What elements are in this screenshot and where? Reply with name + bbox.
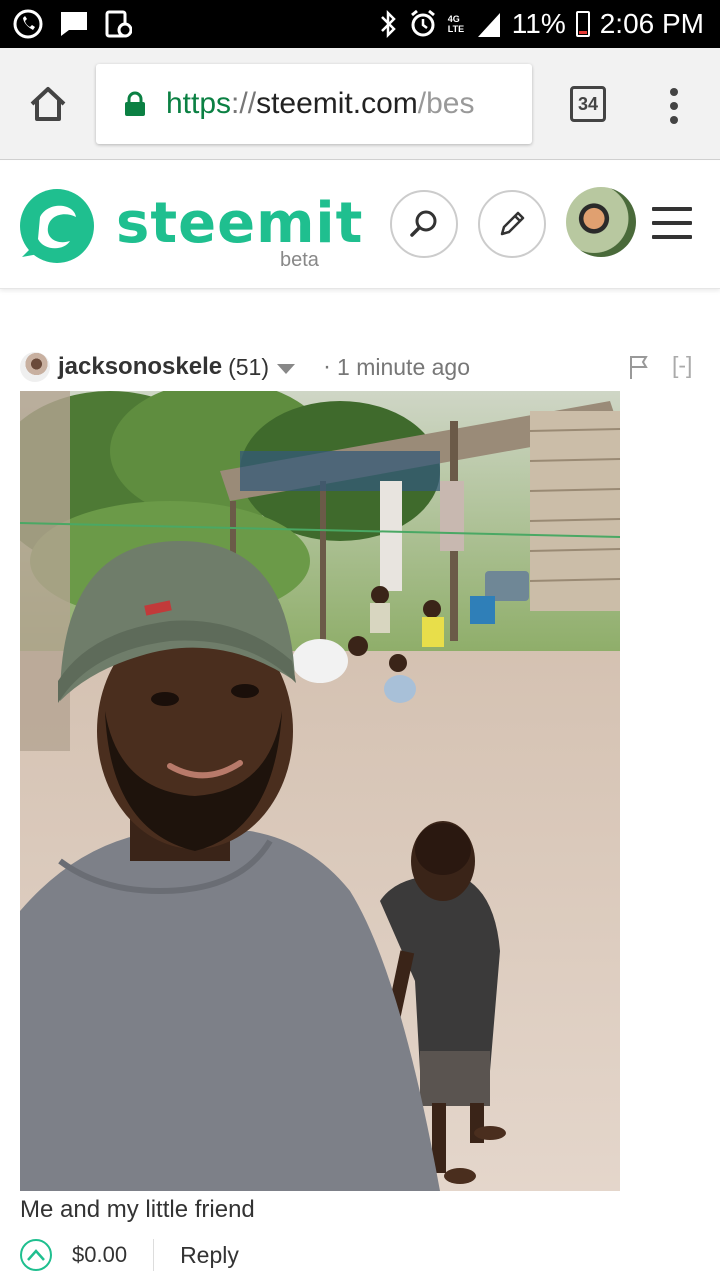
viber-icon [13,9,43,39]
message-icon [61,12,87,36]
alarm-icon [410,9,435,37]
hamburger-menu-icon[interactable] [652,207,692,239]
submit-post-button[interactable] [478,190,546,258]
pencil-icon [500,211,525,236]
clock: 2:06 PM [599,8,704,39]
search-icon [410,210,437,237]
steemit-logo-icon[interactable] [18,187,96,265]
url-host: steemit.com [256,87,418,120]
separator-dot: · [323,353,332,380]
signal-icon [477,13,500,37]
user-avatar[interactable] [566,187,636,257]
beta-label: beta [280,249,319,271]
flag-icon[interactable] [628,354,650,380]
collapse-toggle[interactable]: [-] [672,352,692,379]
upvote-button[interactable] [20,1239,52,1271]
comment-body: Me and my little friend [20,1196,255,1223]
divider [153,1239,155,1271]
overflow-menu-icon[interactable] [664,86,684,126]
url-bar[interactable]: https://steemit.com/bes [96,64,532,144]
steemit-wordmark[interactable]: steemit [116,191,363,256]
comment-footer: $0.00 Reply [20,1238,239,1272]
reply-link[interactable]: Reply [180,1242,239,1269]
comment-timestamp[interactable]: 1 minute ago [337,354,470,381]
bluetooth-icon [380,9,396,39]
lock-icon [125,91,145,116]
author-name[interactable]: jacksonoskele [58,353,222,381]
url-scheme: https [166,87,232,120]
url-path: /bes [417,87,475,120]
comment-photo [20,391,620,1191]
site-header: steemit beta [0,161,720,289]
chevron-down-icon[interactable] [277,364,296,374]
chevron-up-icon [27,1249,45,1261]
tab-switcher-button[interactable]: 34 [570,86,606,122]
payout-value[interactable]: $0.00 [72,1242,127,1268]
search-button[interactable] [390,190,458,258]
home-icon[interactable] [26,82,70,126]
screenshot-icon [105,10,132,38]
status-bar: 4G LTE 11% 2:06 PM [0,0,720,48]
url-separator: :// [231,87,257,120]
author-reputation: (51) [228,353,270,380]
browser-toolbar: https://steemit.com/bes 34 [0,48,720,160]
author-avatar[interactable] [20,352,50,382]
battery-icon [575,11,590,37]
battery-percent: 11% [511,8,566,39]
network-type: 4G LTE [447,14,465,34]
comment-header: jacksonoskele (51) · 1 minute ago [-] [20,350,700,384]
